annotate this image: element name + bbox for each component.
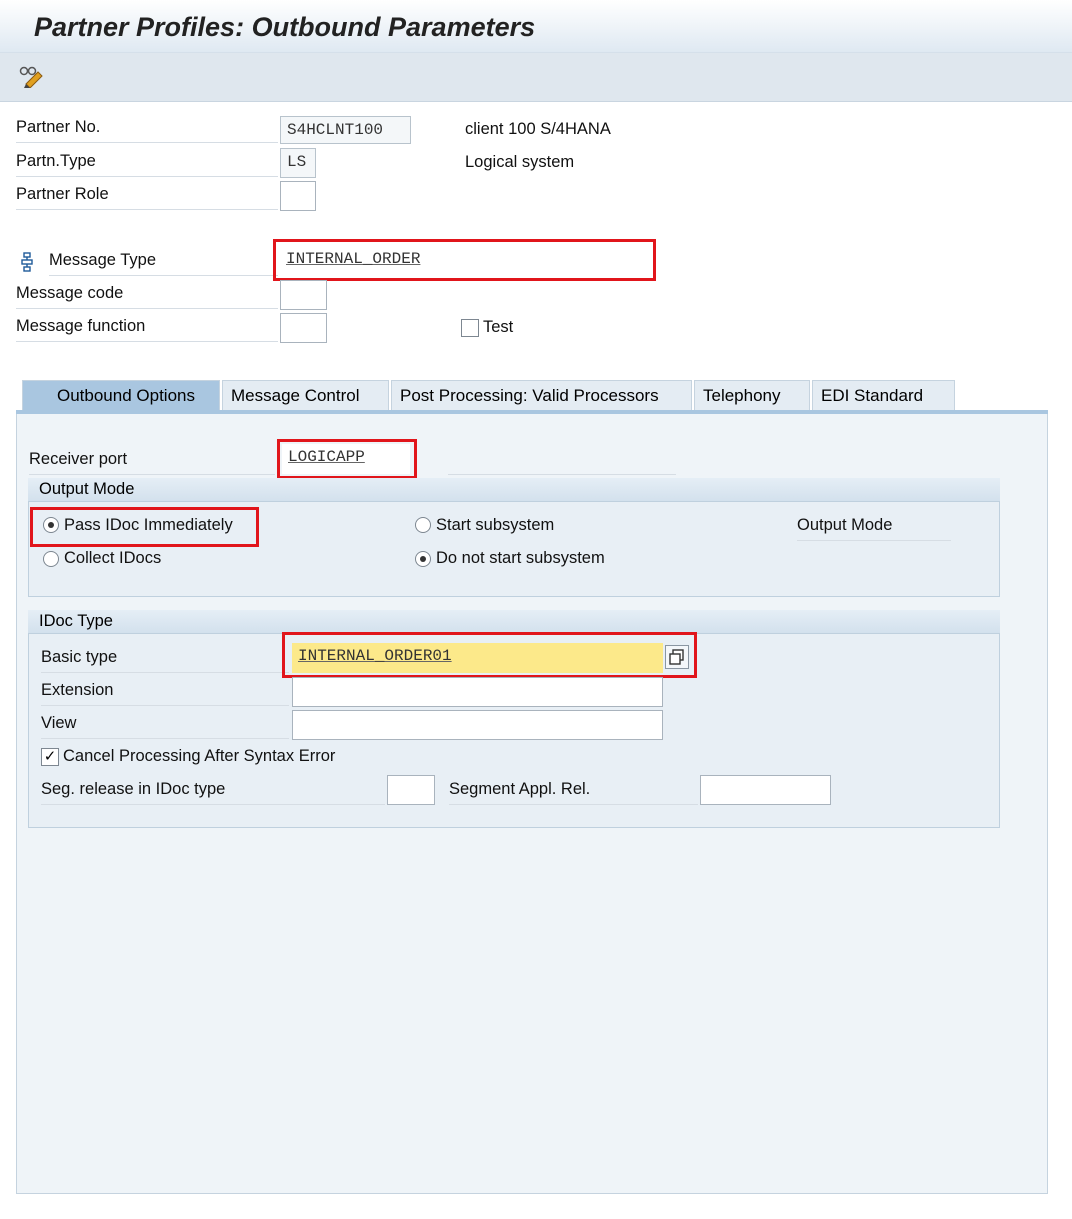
partner-role-label: Partner Role xyxy=(16,185,278,210)
message-code-field[interactable] xyxy=(280,280,327,310)
tab-post-processing[interactable]: Post Processing: Valid Processors xyxy=(391,380,692,410)
view-label: View xyxy=(41,714,289,739)
test-checkbox[interactable] xyxy=(461,319,479,337)
cancel-processing-checkbox[interactable]: ✓ xyxy=(41,748,59,766)
collect-idocs-radio[interactable] xyxy=(43,551,59,567)
test-label: Test xyxy=(483,318,514,336)
start-subsystem-label: Start subsystem xyxy=(436,516,555,534)
idoc-type-title: IDoc Type xyxy=(28,610,1000,634)
partner-no-description: client 100 S/4HANA xyxy=(465,120,611,138)
message-type-label: Message Type xyxy=(49,251,278,276)
toolbar xyxy=(0,53,1072,102)
do-not-start-subsystem-radio[interactable] xyxy=(415,551,431,567)
display-change-icon[interactable] xyxy=(18,64,46,89)
partner-no-field[interactable]: S4HCLNT100 xyxy=(280,116,411,144)
segment-appl-field[interactable] xyxy=(700,775,831,805)
collect-idocs-label: Collect IDocs xyxy=(64,549,162,567)
start-subsystem-radio[interactable] xyxy=(415,517,431,533)
tab-outbound-options[interactable]: Outbound Options xyxy=(22,380,220,410)
segment-appl-label: Segment Appl. Rel. xyxy=(449,780,698,805)
basic-type-label: Basic type xyxy=(41,648,289,673)
seg-release-label: Seg. release in IDoc type xyxy=(41,780,385,805)
extension-field[interactable] xyxy=(292,677,663,707)
pass-idoc-highlight xyxy=(30,507,259,547)
view-field[interactable] xyxy=(292,710,663,740)
output-mode-title: Output Mode xyxy=(28,478,1000,502)
tab-edi-standard[interactable]: EDI Standard xyxy=(812,380,955,410)
message-type-icon xyxy=(20,252,34,272)
receiver-port-label: Receiver port xyxy=(29,450,275,475)
tab-message-control[interactable]: Message Control xyxy=(222,380,389,410)
output-mode-field-label: Output Mode xyxy=(797,516,951,541)
partner-no-label: Partner No. xyxy=(16,118,278,143)
message-function-label: Message function xyxy=(16,317,278,342)
tab-telephony[interactable]: Telephony xyxy=(694,380,810,410)
message-type-highlight xyxy=(273,239,656,281)
cancel-processing-label: Cancel Processing After Syntax Error xyxy=(63,747,336,765)
page-title: Partner Profiles: Outbound Parameters xyxy=(34,12,536,42)
seg-release-field[interactable] xyxy=(387,775,435,805)
receiver-port-highlight xyxy=(277,439,417,479)
receiver-port-description xyxy=(448,452,676,475)
do-not-start-subsystem-label: Do not start subsystem xyxy=(436,549,605,567)
message-function-field[interactable] xyxy=(280,313,327,343)
extension-label: Extension xyxy=(41,681,289,706)
partn-type-label: Partn.Type xyxy=(16,152,278,177)
partner-role-field[interactable] xyxy=(280,181,316,211)
partn-type-description: Logical system xyxy=(465,153,575,171)
partn-type-field[interactable]: LS xyxy=(280,148,316,178)
message-code-label: Message code xyxy=(16,284,278,309)
basic-type-highlight xyxy=(282,632,697,678)
